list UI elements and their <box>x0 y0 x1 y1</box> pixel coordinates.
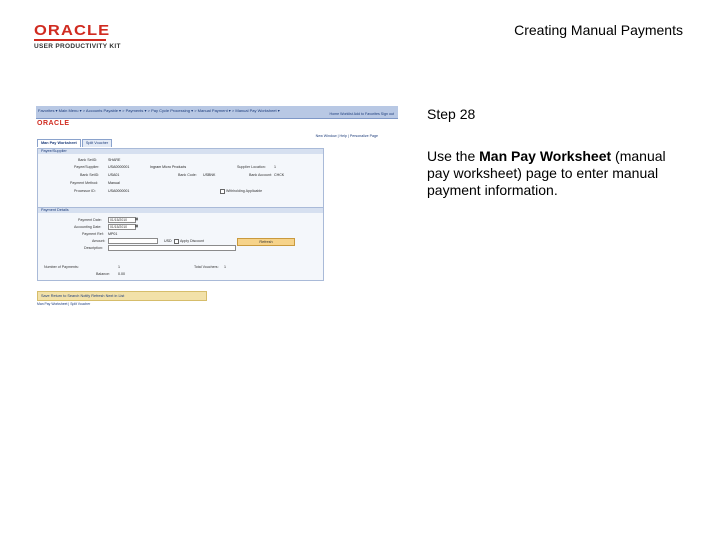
payee-supplier-value[interactable]: USA0000001 <box>108 165 129 169</box>
logo-subtitle: USER PRODUCTIVITY KIT <box>34 43 121 50</box>
description-label: Description: <box>84 246 103 250</box>
page-toolbar[interactable]: Save Return to Search Notify Refresh Nex… <box>37 291 207 301</box>
num-payments-label: Number of Payments: <box>44 265 79 269</box>
balance-label: Balance: <box>96 272 110 276</box>
step-label: Step 28 <box>427 106 476 122</box>
app-screenshot: Favorites ▾ Main Menu ▾ > Accounts Payab… <box>36 106 398 306</box>
bottom-page-links[interactable]: Man Pay Worksheet | Split Voucher <box>37 302 90 306</box>
bank-code-label: Bank SetID: <box>80 173 100 177</box>
accounting-date-input[interactable]: 01/15/2010 <box>108 224 136 230</box>
payment-ref-label: Payment Ref: <box>82 232 104 236</box>
logo-wordmark: ORACLE <box>34 22 111 39</box>
step-description: Use the Man Pay Worksheet (manual pay wo… <box>427 148 689 199</box>
total-vouchers-label: Total Vouchers: <box>194 265 219 269</box>
bank-setid-label: Bank SetID: <box>78 158 98 162</box>
supplier-location-label: Supplier Location: <box>237 165 266 169</box>
desc-bold: Man Pay Worksheet <box>479 148 612 164</box>
apply-discount-label: Apply Discount <box>180 239 204 243</box>
payment-date-calendar-icon[interactable]: ▦ <box>135 217 138 221</box>
page-links[interactable]: New Window | Help | Personalize Page <box>316 134 378 138</box>
payee-supplier-panel: Payee/Supplier Bank SetID: SHARE Payee/S… <box>37 148 324 208</box>
amount-input[interactable] <box>108 238 158 244</box>
refresh-button[interactable]: Refresh <box>237 238 295 246</box>
page-tabs: Man Pay Worksheet Split Voucher <box>37 139 113 147</box>
num-payments-value: 1 <box>118 265 120 269</box>
balance-value: 0.00 <box>118 272 125 276</box>
payment-method-label: Payment Method: <box>70 181 99 185</box>
payee-section-header: Payee/Supplier <box>38 149 323 154</box>
payment-date-input[interactable]: 01/15/2010 <box>108 217 136 223</box>
currency-value: USD <box>164 239 172 243</box>
logo-rule <box>34 39 106 41</box>
nav-links[interactable]: Home Worklist Add to Favorites Sign out <box>330 112 394 116</box>
oracle-upk-logo: ORACLE USER PRODUCTIVITY KIT <box>34 23 124 50</box>
processor-label: Processor ID: <box>74 189 96 193</box>
total-vouchers-value: 1 <box>224 265 226 269</box>
amount-label: Amount: <box>92 239 106 243</box>
payment-ref-value: MP01 <box>108 232 118 236</box>
supplier-name-value: Ingram Micro Products <box>150 165 187 169</box>
payment-date-label: Payment Date: <box>78 218 102 222</box>
payment-method-value: Manual <box>108 181 120 185</box>
processor-value: USA0000001 <box>108 189 130 193</box>
apply-discount-checkbox[interactable] <box>174 239 179 244</box>
accounting-date-calendar-icon[interactable]: ▦ <box>135 224 138 228</box>
oracle-brand: ORACLE <box>37 120 70 127</box>
withholding-checkbox[interactable] <box>220 189 225 194</box>
supplier-location-value: 1 <box>274 165 276 169</box>
top-navigation-bar: Favorites ▾ Main Menu ▾ > Accounts Payab… <box>36 106 398 119</box>
bank-account-value: CHCK <box>274 173 285 177</box>
bank-acct-code-value: USBNK <box>203 173 216 177</box>
payment-details-panel: Payment Details Payment Date: 01/15/2010… <box>37 207 324 281</box>
payee-supplier-label: Payee/Supplier: <box>74 165 100 169</box>
description-input[interactable] <box>108 245 236 251</box>
withholding-label: Withholding Applicable <box>226 189 263 193</box>
bank-code-value: USA01 <box>108 173 120 177</box>
tab-man-pay-worksheet[interactable]: Man Pay Worksheet <box>37 139 81 147</box>
bank-acct-code-label: Bank Code: <box>178 173 197 177</box>
document-title: Creating Manual Payments <box>514 22 683 38</box>
tab-split-voucher[interactable]: Split Voucher <box>81 139 113 147</box>
bank-setid-value: SHARE <box>108 158 121 162</box>
bank-account-label: Bank Account: <box>249 173 272 177</box>
breadcrumb[interactable]: Favorites ▾ Main Menu ▾ > Accounts Payab… <box>38 108 280 113</box>
accounting-date-label: Accounting Date: <box>74 225 102 229</box>
payment-section-header: Payment Details <box>38 208 323 213</box>
desc-pre: Use the <box>427 148 480 164</box>
